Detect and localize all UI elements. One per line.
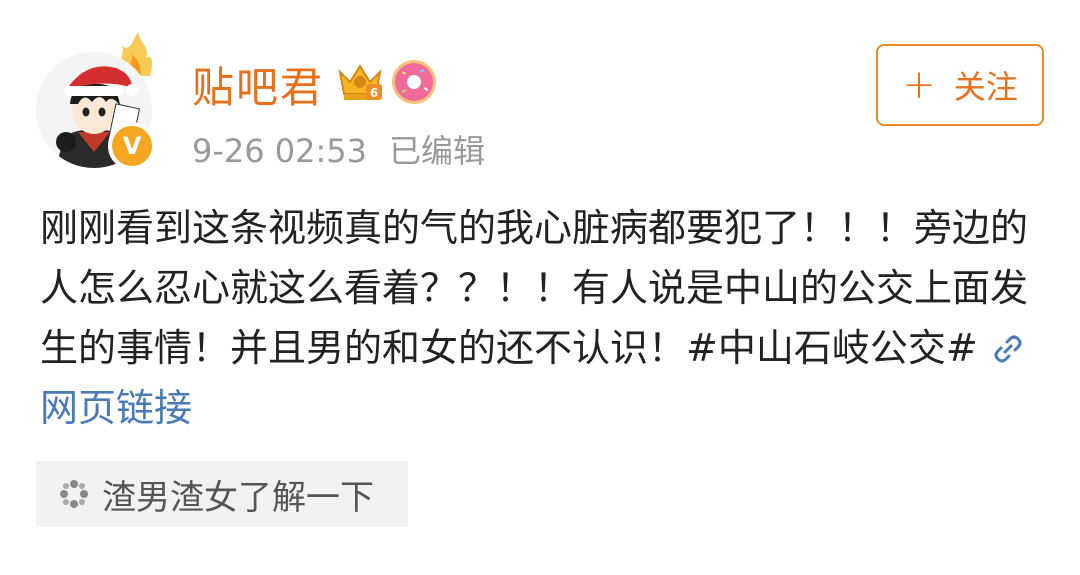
topic-chip[interactable]: 渣男渣女了解一下: [36, 461, 408, 527]
donut-icon[interactable]: [390, 58, 438, 106]
link-icon: [994, 335, 1022, 363]
topic-label: 渣男渣女了解一下: [102, 477, 374, 518]
crown-level-text: 6: [370, 86, 378, 100]
post-body: 刚刚看到这条视频真的气的我心脏病都要犯了！！！旁边的人怎么忍心就这么看着？？！！…: [40, 198, 1050, 438]
post-text: 刚刚看到这条视频真的气的我心脏病都要犯了！！！旁边的人怎么忍心就这么看着？？！！…: [40, 206, 1029, 370]
verified-badge-icon: V: [108, 122, 156, 170]
weibo-post: V 贴吧君 6 9-26 02:53 已编辑 + 关注 刚刚看到这条视频真的气的我…: [0, 0, 1080, 575]
post-timestamp: 9-26 02:53: [192, 132, 368, 170]
crown-vip-icon[interactable]: 6: [336, 58, 384, 102]
web-link-label: 网页链接: [40, 386, 193, 430]
username[interactable]: 贴吧君: [192, 54, 324, 115]
plus-icon: +: [902, 62, 936, 108]
edited-label: 已编辑: [389, 132, 486, 170]
follow-button[interactable]: + 关注: [876, 44, 1044, 126]
topic-icon: [60, 480, 88, 508]
verified-label: V: [122, 132, 142, 160]
post-meta: 9-26 02:53 已编辑: [192, 126, 485, 172]
follow-button-label: 关注: [953, 68, 1018, 106]
